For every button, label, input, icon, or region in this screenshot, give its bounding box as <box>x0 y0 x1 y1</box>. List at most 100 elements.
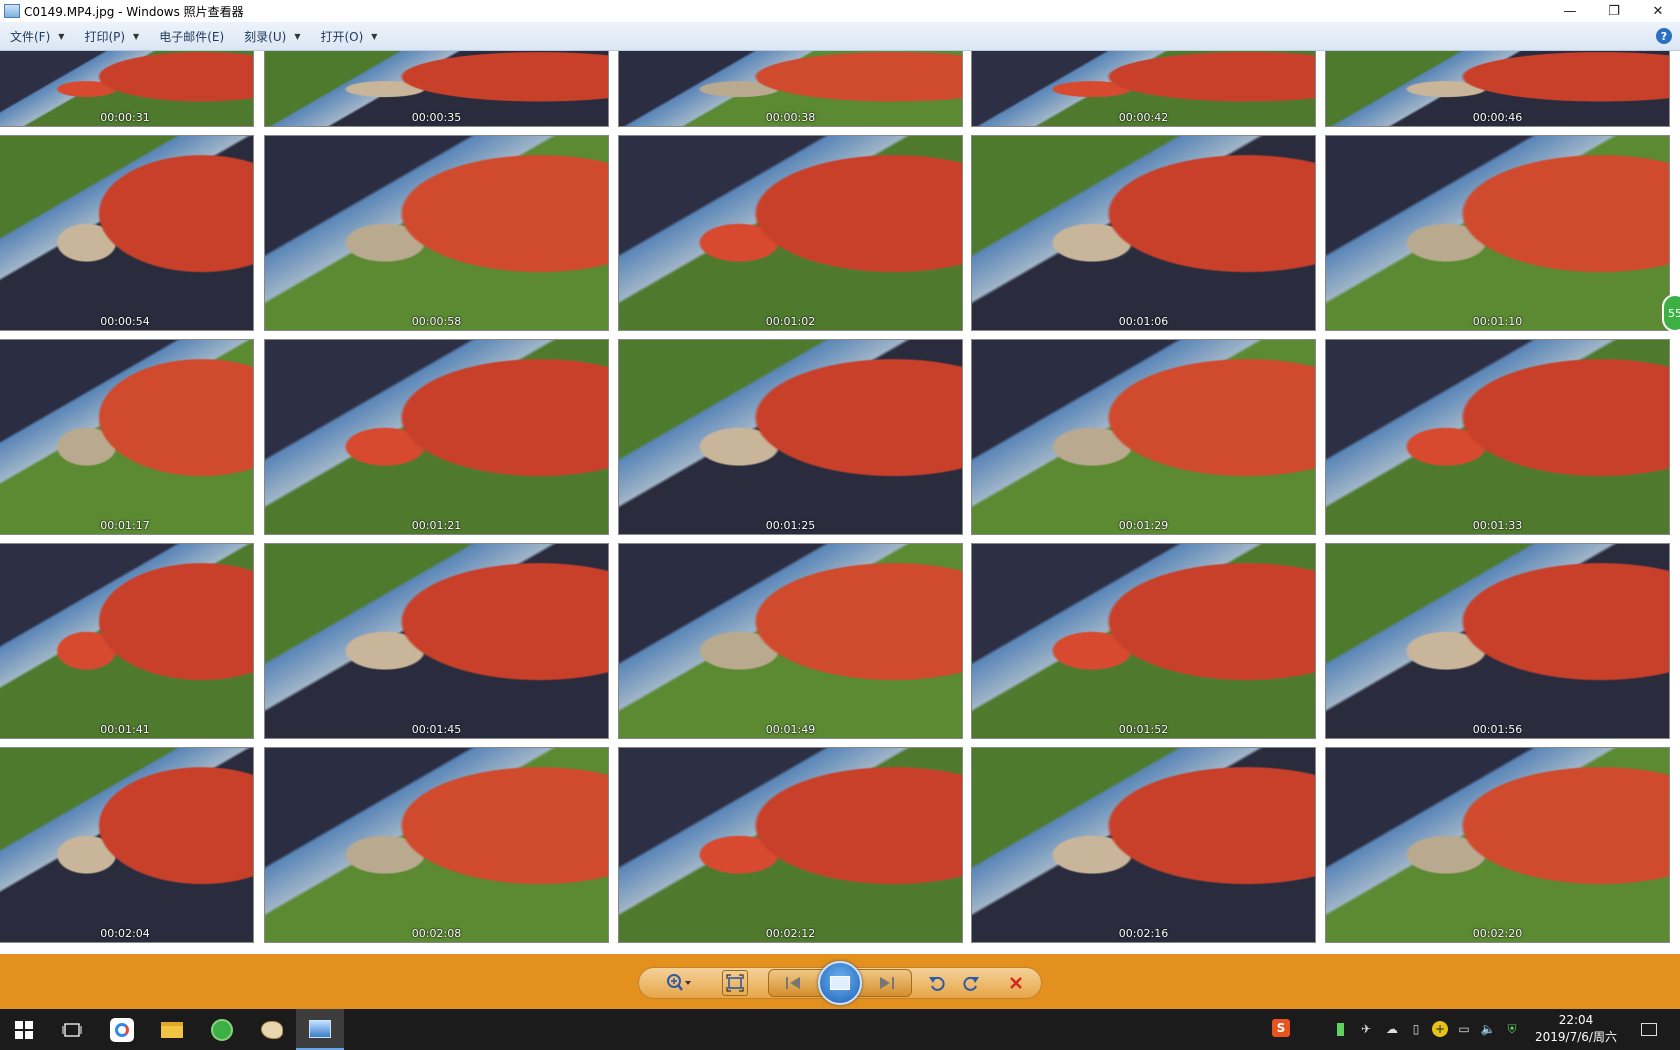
video-frame-thumbnail: 00:00:38 <box>618 51 963 127</box>
frame-timestamp: 00:01:56 <box>1472 723 1523 736</box>
frame-timestamp: 00:00:58 <box>411 315 462 328</box>
paint-palette-icon <box>261 1020 283 1039</box>
menu-print[interactable]: 打印(P) ▼ <box>74 22 149 50</box>
video-frame-thumbnail: 00:01:56 <box>1325 543 1670 739</box>
frame-timestamp: 00:01:45 <box>411 723 462 736</box>
video-frame-thumbnail: 00:01:06 <box>971 135 1316 331</box>
clock-time: 22:04 <box>1558 1013 1594 1027</box>
frame-timestamp: 00:00:42 <box>1118 111 1169 124</box>
help-icon[interactable]: ? <box>1656 28 1672 44</box>
frame-image <box>619 340 962 534</box>
task-view-button[interactable] <box>48 1009 96 1050</box>
minimize-button[interactable]: — <box>1548 0 1592 22</box>
frame-timestamp: 00:00:38 <box>765 111 816 124</box>
taskbar-app-browser[interactable] <box>198 1009 246 1050</box>
frame-timestamp: 00:00:35 <box>411 111 462 124</box>
usb-device-icon[interactable]: ▯ <box>1408 1021 1424 1037</box>
taskbar-app-paint[interactable] <box>248 1009 296 1050</box>
close-window-button[interactable]: ✕ <box>1636 0 1680 22</box>
frame-timestamp: 00:01:41 <box>100 723 150 736</box>
rotate-counterclockwise-icon[interactable] <box>924 969 950 997</box>
menu-burn[interactable]: 刻录(U) ▼ <box>234 22 310 50</box>
chevron-down-icon: ▼ <box>58 31 65 41</box>
control-bar <box>0 954 1680 1009</box>
chevron-down-icon: ▼ <box>294 31 301 41</box>
video-frame-thumbnail: 00:01:29 <box>971 339 1316 535</box>
video-frame-thumbnail: 00:02:20 <box>1325 747 1670 943</box>
video-frame-thumbnail: 00:02:12 <box>618 747 963 943</box>
video-frame-thumbnail: 00:00:31 <box>0 51 254 127</box>
browser-icon <box>211 1018 233 1041</box>
video-frame-thumbnail: 00:01:25 <box>618 339 963 535</box>
video-frame-thumbnail: 00:00:35 <box>264 51 609 127</box>
menu-print-label: 打印(P) <box>84 29 126 44</box>
taskbar-app-baidu[interactable] <box>98 1009 146 1050</box>
security-app-icon[interactable]: + <box>1432 1021 1448 1037</box>
network-icon[interactable]: ▭ <box>1456 1021 1472 1037</box>
video-frame-thumbnail: 00:00:54 <box>0 135 254 331</box>
windows-logo-icon <box>15 1020 33 1039</box>
frame-image <box>619 136 962 330</box>
menu-open[interactable]: 打开(O) ▼ <box>310 22 387 50</box>
video-frame-thumbnail: 00:01:17 <box>0 339 254 535</box>
frame-image <box>972 136 1315 330</box>
frame-timestamp: 00:01:33 <box>1472 519 1523 532</box>
taskbar: S ✈ ☁ ▯ + ▭ 🔈 ⛨ 22:04 2019/7/6/周六 <box>0 1009 1680 1050</box>
frame-timestamp: 00:01:21 <box>411 519 462 532</box>
image-canvas[interactable]: 00:00:31 00:00:35 00:00:38 00:00:42 00:00:46… <box>0 51 1680 954</box>
network-disconnected-icon[interactable]: ✈ <box>1358 1021 1374 1037</box>
frame-image <box>972 748 1315 942</box>
volume-icon[interactable]: 🔈 <box>1480 1021 1496 1037</box>
zoom-icon[interactable] <box>662 969 696 997</box>
shield-icon[interactable]: ⛨ <box>1504 1021 1520 1037</box>
floating-badge[interactable]: 55 <box>1662 294 1680 332</box>
video-frame-thumbnail: 00:01:21 <box>264 339 609 535</box>
start-button[interactable] <box>0 1009 48 1050</box>
actual-size-icon[interactable] <box>722 970 748 996</box>
video-frame-thumbnail: 00:01:02 <box>618 135 963 331</box>
slideshow-icon <box>830 976 850 990</box>
title-bar: C0149.MP4.jpg - Windows 照片查看器 — ❐ ✕ <box>0 0 1680 22</box>
frame-image <box>0 136 253 330</box>
restore-button[interactable]: ❐ <box>1592 0 1636 22</box>
menu-file[interactable]: 文件(F) ▼ <box>0 22 74 50</box>
frame-image <box>1326 544 1669 738</box>
folder-icon <box>161 1021 183 1038</box>
battery-icon[interactable] <box>1332 1021 1348 1037</box>
frame-timestamp: 00:01:25 <box>765 519 816 532</box>
frame-image <box>972 340 1315 534</box>
chevron-down-icon: ▼ <box>133 31 140 41</box>
previous-icon[interactable] <box>776 970 812 996</box>
frame-timestamp: 00:00:31 <box>100 111 150 124</box>
rotate-clockwise-icon[interactable] <box>958 969 984 997</box>
delete-icon[interactable] <box>1002 969 1030 997</box>
cloud-app-icon <box>110 1017 134 1042</box>
frame-image <box>265 136 608 330</box>
taskbar-app-explorer[interactable] <box>148 1009 196 1050</box>
next-icon[interactable] <box>868 970 904 996</box>
video-frame-thumbnail: 00:01:33 <box>1325 339 1670 535</box>
cloud-sync-icon[interactable]: ☁ <box>1384 1021 1400 1037</box>
menu-bar: 文件(F) ▼ 打印(P) ▼ 电子邮件(E) 刻录(U) ▼ 打开(O) ▼ ? <box>0 22 1680 51</box>
video-frame-thumbnail: 00:02:08 <box>264 747 609 943</box>
frame-image <box>1326 748 1669 942</box>
input-method-icon[interactable]: S <box>1272 1019 1290 1037</box>
notification-center-icon[interactable] <box>1640 1020 1658 1038</box>
frame-timestamp: 00:02:20 <box>1472 927 1523 940</box>
taskbar-app-photo-viewer[interactable] <box>296 1009 344 1050</box>
frame-timestamp: 00:01:02 <box>765 315 816 328</box>
frame-timestamp: 00:01:10 <box>1472 315 1523 328</box>
frame-timestamp: 00:02:08 <box>411 927 462 940</box>
frame-timestamp: 00:01:49 <box>765 723 816 736</box>
video-frame-thumbnail: 00:00:42 <box>971 51 1316 127</box>
frame-timestamp: 00:00:46 <box>1472 111 1523 124</box>
clock-date: 2019/7/6/周六 <box>1535 1030 1617 1044</box>
menu-email[interactable]: 电子邮件(E) <box>149 22 234 50</box>
frame-image <box>265 340 608 534</box>
taskbar-clock[interactable]: 22:04 2019/7/6/周六 <box>1530 1012 1622 1046</box>
frame-image <box>0 748 253 942</box>
slideshow-button[interactable] <box>818 961 862 1005</box>
video-frame-thumbnail: 00:01:52 <box>971 543 1316 739</box>
photo-viewer-icon <box>309 1019 331 1038</box>
menu-file-label: 文件(F) <box>10 29 51 44</box>
